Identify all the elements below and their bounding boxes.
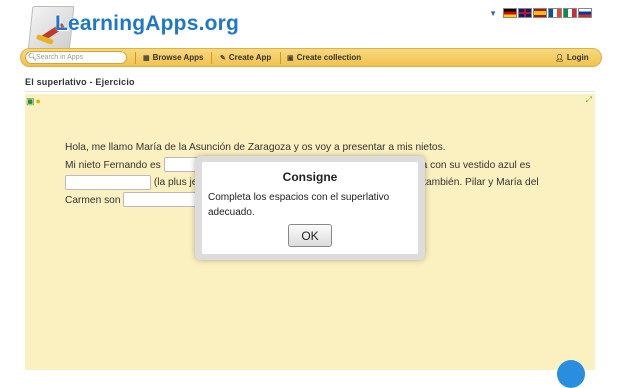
nav-divider <box>280 52 281 64</box>
nav-divider <box>135 52 136 64</box>
dialog-body: Completa los espacios con el superlativo… <box>208 192 390 218</box>
exercise-line-1: Hola, me llamo María de la Asunción de Z… <box>65 142 446 153</box>
exercise-text-segment: Carmen son <box>65 194 121 206</box>
exercise-text-segment: Mi nieto Fernando es <box>65 159 161 171</box>
app-toolbar: ▣● <box>26 96 42 107</box>
task-icon[interactable]: ▣ <box>26 96 35 106</box>
fullscreen-icon[interactable]: ⤢ <box>586 95 592 105</box>
dialog-title: Consigne <box>282 170 338 184</box>
search-input[interactable]: 🔍︎ Search in Apps <box>25 51 127 64</box>
flag-ru[interactable] <box>578 8 592 18</box>
browse-apps-label: Browse Apps <box>152 53 204 62</box>
pencil-icon: ✎ <box>220 55 226 62</box>
create-app-label: Create App <box>228 53 272 62</box>
flag-de[interactable] <box>503 8 517 18</box>
hint-lightbulb-icon[interactable]: ● <box>36 96 41 106</box>
search-placeholder: Search in Apps <box>36 54 84 61</box>
dialog-panel: Consigne Completa los espacios con el su… <box>202 162 418 254</box>
user-icon: 👤︎ <box>555 55 564 62</box>
search-icon: 🔍︎ <box>28 54 37 61</box>
nav-divider <box>211 52 212 64</box>
flag-fr[interactable] <box>548 8 562 18</box>
answer-gap-3[interactable] <box>123 192 200 208</box>
login-link[interactable]: 👤︎ Login <box>555 52 589 64</box>
logo[interactable]: LearningApps.org <box>22 2 239 52</box>
triangle-down-icon[interactable]: ▼ <box>489 9 497 18</box>
browse-apps-link[interactable]: ▦ Browse Apps <box>143 52 203 64</box>
floating-action-button[interactable] <box>557 360 585 388</box>
create-app-link[interactable]: ✎ Create App <box>220 52 271 64</box>
flag-gb[interactable] <box>518 8 532 18</box>
page-title: El superlativo - Ejercicio <box>25 77 135 87</box>
ok-button[interactable]: OK <box>288 224 332 247</box>
answer-gap-2[interactable] <box>65 174 151 190</box>
collection-icon: ▣ <box>287 55 294 62</box>
create-collection-link[interactable]: ▣ Create collection <box>287 52 361 64</box>
language-selector[interactable]: ▼ <box>489 8 592 18</box>
flag-it[interactable] <box>563 8 577 18</box>
main-navbar: 🔍︎ Search in Apps ▦ Browse Apps ✎ Create A… <box>20 48 602 67</box>
divider <box>25 91 595 92</box>
create-collection-label: Create collection <box>296 53 362 62</box>
grid-icon: ▦ <box>143 55 150 62</box>
exercise-text-segment: (la plus je <box>153 177 198 188</box>
instructions-dialog: Consigne Completa los espacios con el su… <box>195 156 425 260</box>
brand-name: LearningApps.org <box>55 12 240 35</box>
flag-es[interactable] <box>533 8 547 18</box>
exercise-text-segment: también. Pilar y María del <box>423 177 539 188</box>
login-label: Login <box>566 53 589 62</box>
